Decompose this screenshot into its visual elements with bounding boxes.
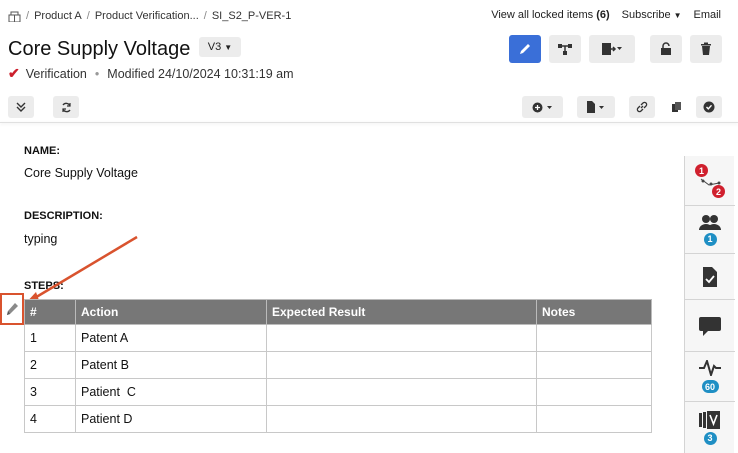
caret-down-icon: ▼ — [224, 42, 233, 52]
pencil-icon — [7, 303, 18, 315]
check-circle-icon — [703, 101, 715, 113]
caret-down-icon: ▼ — [673, 11, 682, 20]
step-number: 3 — [24, 378, 76, 406]
export-icon — [602, 43, 622, 55]
test-run-icon — [703, 266, 717, 287]
locked-count: (6) — [596, 9, 610, 21]
lock-icon — [661, 42, 671, 55]
copy-button[interactable] — [666, 96, 688, 118]
step-expected-result — [266, 378, 537, 406]
link-icon — [636, 101, 648, 113]
activity-icon — [699, 360, 721, 376]
activity-badge: 60 — [701, 380, 719, 393]
edit-steps-button[interactable] — [0, 293, 24, 325]
approve-button[interactable] — [696, 96, 722, 118]
step-notes — [536, 351, 652, 379]
link-button[interactable] — [629, 96, 655, 118]
column-header-expected-result: Expected Result — [266, 299, 537, 325]
side-versions-tab[interactable]: 3 — [685, 402, 735, 453]
table-row: 2 Patent B — [24, 351, 652, 379]
steps-table: # Action Expected Result Notes 1 Patent … — [24, 299, 652, 433]
side-comments-tab[interactable] — [685, 300, 735, 352]
comments-icon — [699, 316, 721, 336]
delete-button[interactable] — [690, 35, 722, 63]
relations-badge-outgoing: 2 — [712, 185, 725, 198]
table-header-row: # Action Expected Result Notes — [24, 299, 652, 325]
relations-icon — [558, 44, 572, 55]
version-label: V3 — [207, 41, 222, 53]
step-expected-result — [266, 405, 537, 433]
step-number: 1 — [24, 324, 76, 352]
view-locked-items-link[interactable]: View all locked items (6) — [491, 9, 609, 21]
trash-icon — [701, 42, 711, 55]
step-notes — [536, 405, 652, 433]
column-header-notes: Notes — [536, 299, 652, 325]
side-activity-tab[interactable]: 60 — [685, 352, 735, 402]
breadcrumb-item-current[interactable]: SI_S2_P-VER-1 — [212, 10, 291, 22]
side-test-run-tab[interactable] — [685, 254, 735, 300]
step-action: Patient C — [75, 378, 267, 406]
step-notes — [536, 324, 652, 352]
step-number: 2 — [24, 351, 76, 379]
copy-icon — [672, 102, 681, 112]
step-expected-result — [266, 351, 537, 379]
step-action: Patent A — [75, 324, 267, 352]
locked-label: View all locked items — [491, 9, 594, 21]
step-action: Patient D — [75, 405, 267, 433]
table-row: 1 Patent A — [24, 324, 652, 352]
document-dropdown[interactable] — [577, 96, 615, 118]
column-header-action: Action — [75, 299, 267, 325]
reviewers-icon — [699, 214, 721, 230]
side-reviewers-tab[interactable]: 1 — [685, 206, 735, 254]
step-expected-result — [266, 324, 537, 352]
add-dropdown[interactable] — [522, 96, 563, 118]
subscribe-dropdown[interactable]: Subscribe ▼ — [622, 9, 682, 21]
email-link[interactable]: Email — [693, 9, 721, 21]
step-number: 4 — [24, 405, 76, 433]
document-icon — [587, 101, 604, 113]
lock-button[interactable] — [650, 35, 682, 63]
table-row: 3 Patient C — [24, 378, 652, 406]
reviewers-badge: 1 — [703, 232, 717, 246]
export-dropdown[interactable] — [589, 35, 635, 63]
relations-button[interactable] — [549, 35, 581, 63]
add-icon — [532, 102, 552, 112]
side-panel: 1 2 1 60 3 — [684, 156, 735, 453]
step-notes — [536, 378, 652, 406]
edit-button[interactable] — [509, 35, 541, 63]
subscribe-label: Subscribe — [621, 9, 671, 21]
step-action: Patent B — [75, 351, 267, 379]
top-links: View all locked items (6) Subscribe ▼ Ema… — [479, 9, 721, 21]
column-header-number: # — [24, 299, 76, 325]
side-relations-tab[interactable]: 1 2 — [685, 156, 735, 206]
versions-icon — [699, 410, 720, 429]
edit-icon — [520, 44, 530, 54]
relations-badge-incoming: 1 — [695, 164, 708, 177]
version-dropdown[interactable]: V3 ▼ — [199, 37, 241, 57]
breadcrumb-separator: / — [203, 10, 207, 22]
versions-badge: 3 — [703, 431, 717, 445]
table-row: 4 Patient D — [24, 405, 652, 433]
annotation-arrow — [24, 235, 138, 305]
